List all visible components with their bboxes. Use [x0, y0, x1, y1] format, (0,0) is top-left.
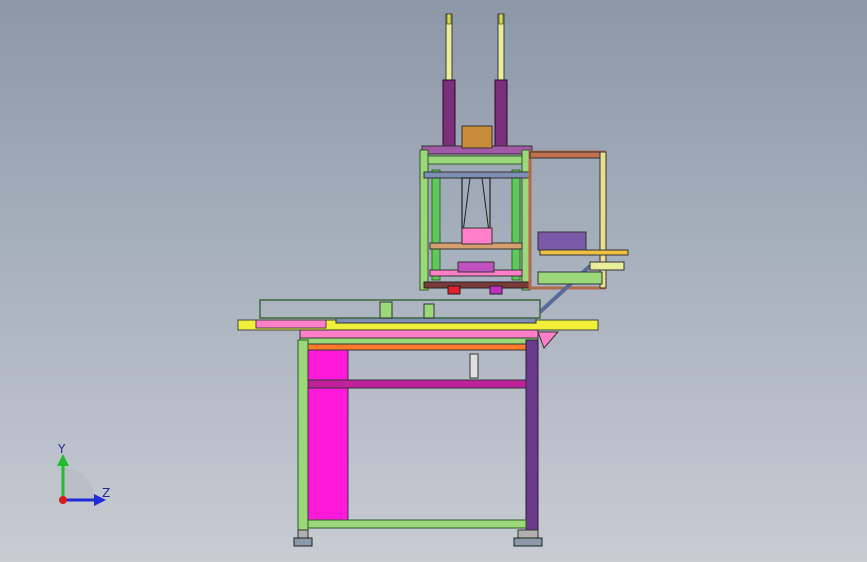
- lower-stand: [293, 339, 543, 547]
- y-axis-label: Y: [58, 442, 66, 456]
- machine-assembly-model[interactable]: [0, 0, 867, 562]
- upper-frame: [419, 125, 533, 295]
- x-axis-point: [59, 496, 67, 504]
- cad-viewport[interactable]: Y Z: [0, 0, 867, 562]
- cylinder-left: [442, 13, 456, 147]
- axis-plane-wedge: [63, 468, 95, 500]
- axis-triad: Y Z: [40, 438, 130, 518]
- side-guard: [528, 150, 629, 314]
- z-axis-label: Z: [102, 486, 111, 500]
- cylinder-right: [494, 13, 508, 147]
- axis-triad-graphic: [57, 454, 106, 506]
